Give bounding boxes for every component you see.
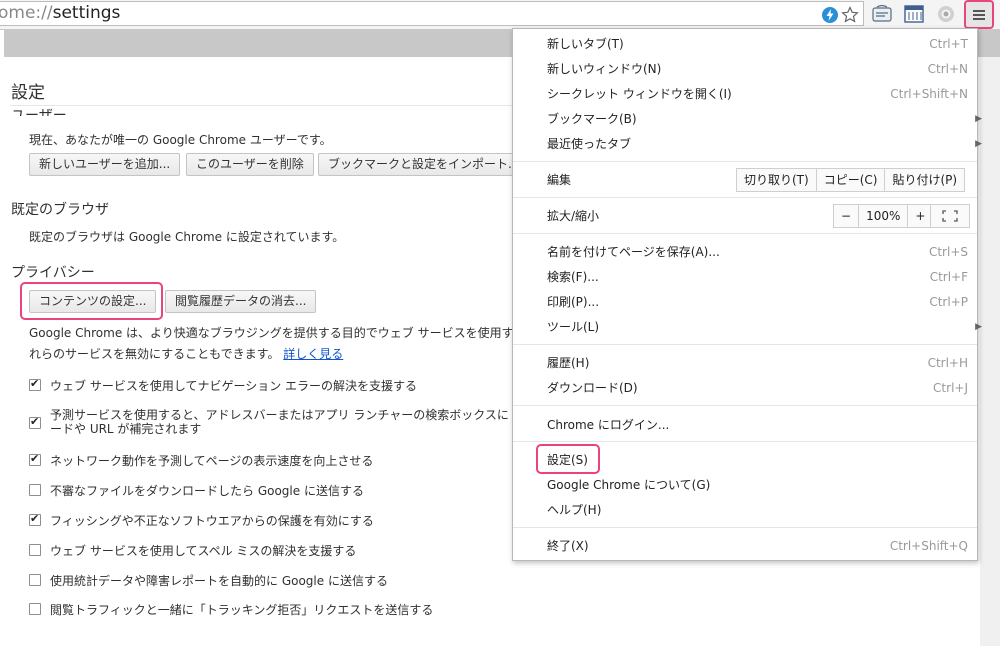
usage-stats-checkbox[interactable] [29, 574, 41, 586]
menu-new-tab[interactable]: 新しいタブ(T) [547, 36, 624, 52]
clear-browsing-data-button[interactable]: 閲覧履歴データの消去... [165, 290, 317, 313]
menu-new-window-shortcut: Ctrl+N [927, 62, 968, 76]
privacy-description-line2: れらのサービスを無効にすることもできます。 詳しく見る [29, 345, 343, 362]
spelling-service-label: ウェブ サービスを使用してスペル ミスの解決を支援する [50, 544, 357, 558]
submenu-arrow-icon: ▶ [975, 139, 982, 149]
import-bookmarks-button[interactable]: ブックマークと設定をインポート... [318, 153, 530, 176]
privacy-description-line1: Google Chrome は、より快適なブラウジングを提供する目的でウェブ サ… [29, 326, 526, 340]
phishing-protection-label: フィッシングや不正なソフトウエアからの保護を有効にする [50, 514, 374, 528]
default-browser-section-title: 既定のブラウザ [11, 202, 109, 218]
menu-separator [513, 405, 977, 406]
menu-new-window[interactable]: 新しいウィンドウ(N) [547, 61, 661, 77]
privacy-description-text: れらのサービスを無効にすることもできます。 [29, 347, 280, 361]
menu-exit[interactable]: 終了(X) [547, 538, 589, 554]
menu-save-page-shortcut: Ctrl+S [928, 245, 968, 259]
title-divider [10, 105, 530, 106]
menu-tools[interactable]: ツール(L) [547, 319, 599, 335]
menu-sign-in[interactable]: Chrome にログイン... [547, 417, 669, 433]
menu-exit-shortcut: Ctrl+Shift+Q [889, 539, 968, 553]
menu-print[interactable]: 印刷(P)... [547, 294, 599, 310]
add-user-button[interactable]: 新しいユーザーを追加... [29, 153, 181, 176]
menu-separator [513, 527, 977, 528]
calendar-extension-icon[interactable] [903, 3, 925, 25]
menu-separator [513, 441, 977, 442]
menu-print-shortcut: Ctrl+P [929, 295, 968, 309]
menu-zoom-label: 拡大/縮小 [547, 209, 600, 223]
users-description: 現在、あなたが唯一の Google Chrome ユーザーです。 [29, 133, 332, 147]
menu-about-chrome[interactable]: Google Chrome について(G) [547, 477, 710, 493]
do-not-track-checkbox[interactable] [29, 603, 41, 615]
menu-find-shortcut: Ctrl+F [929, 270, 968, 284]
privacy-section-title: プライバシー [11, 265, 95, 281]
default-browser-description: 既定のブラウザは Google Chrome に設定されています。 [29, 230, 345, 244]
menu-downloads-shortcut: Ctrl+J [933, 381, 968, 395]
menu-incognito[interactable]: シークレット ウィンドウを開く(I) [547, 86, 732, 102]
record-extension-icon[interactable] [935, 3, 957, 25]
menu-recent-tabs[interactable]: 最近使ったタブ [547, 136, 631, 152]
reader-extension-icon[interactable] [871, 3, 893, 25]
bolt-extension-icon[interactable] [821, 6, 839, 24]
menu-incognito-shortcut: Ctrl+Shift+N [890, 87, 968, 101]
bookmark-star-icon[interactable] [841, 6, 859, 24]
menu-separator [513, 161, 977, 162]
usage-stats-label: 使用統計データや障害レポートを自動的に Google に送信する [50, 574, 388, 588]
prefetch-label: ネットワーク動作を予測してページの表示速度を向上させる [50, 454, 374, 468]
delete-user-button[interactable]: このユーザーを削除 [186, 153, 314, 176]
submenu-arrow-icon: ▶ [975, 114, 982, 124]
zoom-level-value: 100% [859, 205, 909, 227]
chrome-main-menu: 新しいタブ(T) Ctrl+T 新しいウィンドウ(N) Ctrl+N シークレッ… [512, 28, 982, 561]
omnibox[interactable]: ome://settings [0, 1, 864, 26]
menu-bookmarks[interactable]: ブックマーク(B) [547, 111, 637, 127]
prediction-service-label-line2: ードや URL が補完されます [50, 422, 202, 436]
menu-help[interactable]: ヘルプ(H) [547, 502, 601, 518]
nav-error-checkbox[interactable] [29, 377, 41, 391]
url-scheme: ome:// [0, 3, 53, 23]
menu-downloads[interactable]: ダウンロード(D) [547, 380, 638, 396]
zoom-control-group: − 100% + [833, 204, 934, 228]
menu-separator [513, 344, 977, 345]
menu-new-tab-shortcut: Ctrl+T [929, 37, 968, 51]
menu-separator [513, 233, 977, 234]
suspicious-download-checkbox[interactable] [29, 484, 41, 496]
page-title: 設定 [11, 83, 45, 103]
omnibox-url[interactable]: ome://settings [0, 3, 120, 23]
spelling-service-checkbox[interactable] [29, 544, 41, 556]
fullscreen-button[interactable] [930, 204, 970, 228]
zoom-in-button[interactable]: + [908, 205, 932, 227]
content-settings-button[interactable]: コンテンツの設定... [29, 290, 157, 313]
menu-history[interactable]: 履歴(H) [547, 355, 589, 371]
url-path: settings [52, 3, 121, 23]
edit-button-group: 切り取り(T) コピー(C) 貼り付け(P) [736, 168, 966, 192]
page-scrollbar[interactable] [980, 57, 1000, 646]
submenu-arrow-icon: ▶ [975, 322, 982, 332]
browser-toolbar: ome://settings [0, 0, 1000, 30]
menu-copy-button[interactable]: コピー(C) [817, 169, 886, 191]
do-not-track-label: 閲覧トラフィックと一緒に「トラッキング拒否」リクエストを送信する [50, 603, 434, 617]
menu-cut-button[interactable]: 切り取り(T) [737, 169, 817, 191]
menu-settings[interactable]: 設定(S) [547, 452, 588, 468]
zoom-out-button[interactable]: − [834, 205, 860, 227]
suspicious-download-label: 不審なファイルをダウンロードしたら Google に送信する [50, 484, 364, 498]
nav-error-label: ウェブ サービスを使用してナビゲーション エラーの解決を支援する [50, 379, 418, 393]
users-section-title: ユーザー [11, 108, 67, 116]
prefetch-checkbox[interactable] [29, 452, 41, 466]
prediction-service-label: 予測サービスを使用すると、アドレスバーまたはアプリ ランチャーの検索ボックスにー… [50, 408, 509, 436]
menu-paste-button[interactable]: 貼り付け(P) [885, 169, 964, 191]
menu-save-page[interactable]: 名前を付けてページを保存(A)... [547, 244, 720, 260]
hamburger-menu-icon [973, 10, 985, 20]
menu-history-shortcut: Ctrl+H [927, 356, 968, 370]
fullscreen-icon [942, 210, 958, 222]
chrome-menu-button[interactable] [964, 0, 994, 29]
prediction-service-label-line1: 予測サービスを使用すると、アドレスバーまたはアプリ ランチャーの検索ボックスに [50, 408, 509, 422]
phishing-protection-checkbox[interactable] [29, 512, 41, 526]
menu-separator [513, 197, 977, 198]
menu-find[interactable]: 検索(F)... [547, 269, 599, 285]
prediction-service-checkbox[interactable] [29, 415, 41, 429]
learn-more-link[interactable]: 詳しく見る [283, 347, 343, 361]
menu-edit-label: 編集 [547, 173, 572, 187]
